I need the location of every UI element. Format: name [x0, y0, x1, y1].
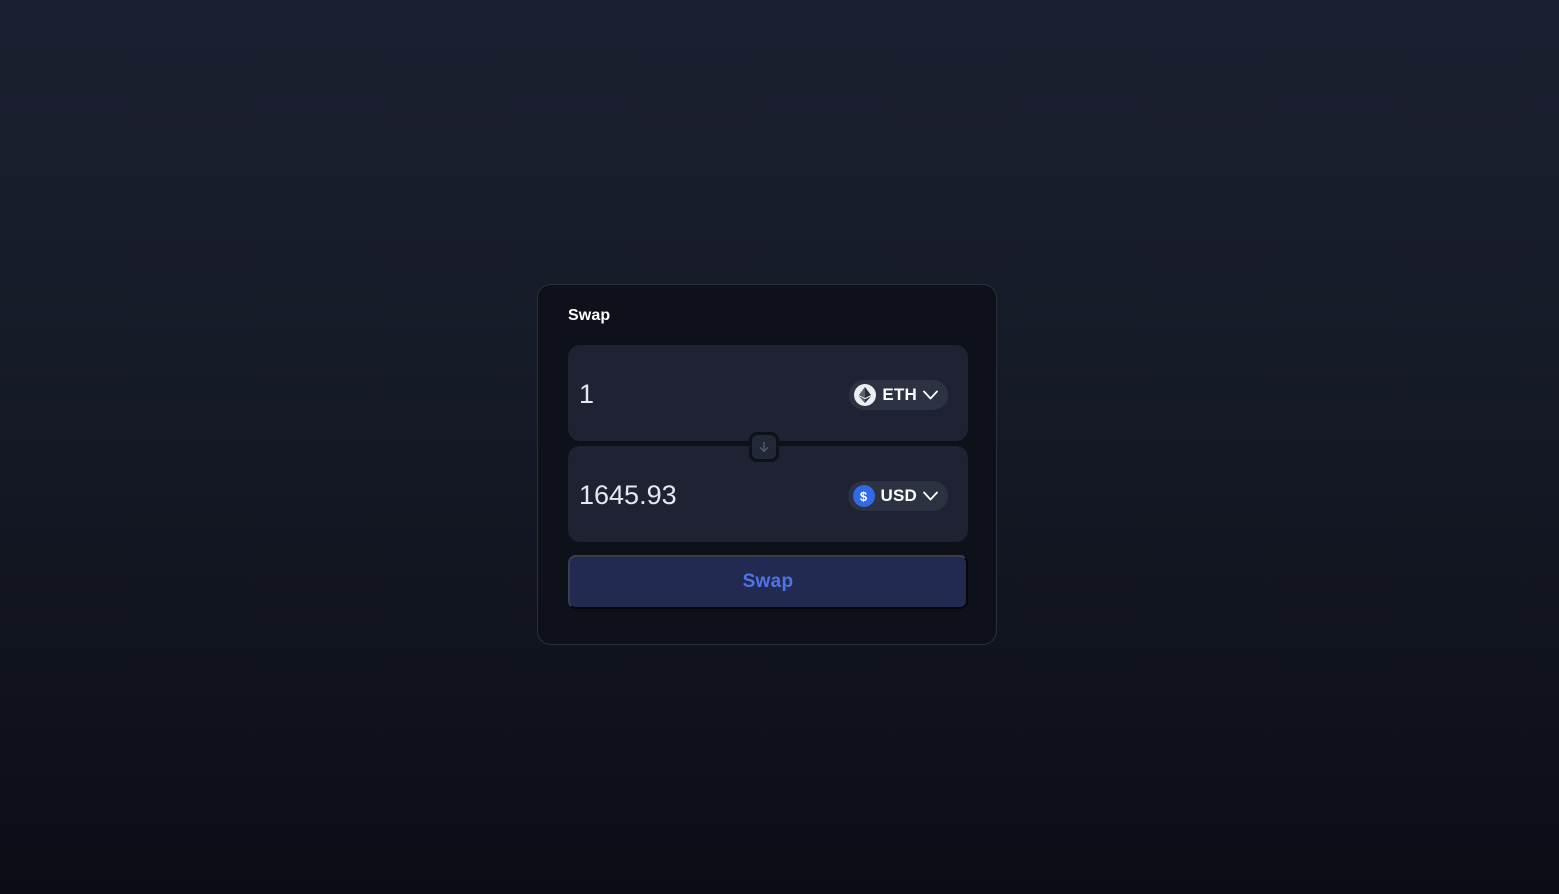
chevron-down-icon [923, 390, 938, 400]
to-token-selector[interactable]: $ USD [847, 481, 948, 511]
to-token-symbol: USD [880, 486, 917, 505]
swap-card: Swap ETH [537, 284, 997, 645]
from-token-panel: ETH [568, 345, 968, 441]
from-token-symbol: ETH [882, 385, 917, 404]
switch-direction-button[interactable] [749, 432, 779, 462]
dollar-glyph: $ [859, 488, 868, 504]
card-title: Swap [568, 307, 611, 324]
from-amount-input[interactable] [579, 376, 819, 412]
to-amount-input[interactable] [579, 477, 819, 513]
dollar-icon: $ [852, 485, 875, 507]
swap-button[interactable]: Swap [568, 555, 968, 609]
arrow-down-icon [758, 441, 770, 453]
from-token-selector[interactable]: ETH [849, 380, 948, 410]
chevron-down-icon [923, 491, 938, 501]
ethereum-icon [854, 384, 877, 406]
